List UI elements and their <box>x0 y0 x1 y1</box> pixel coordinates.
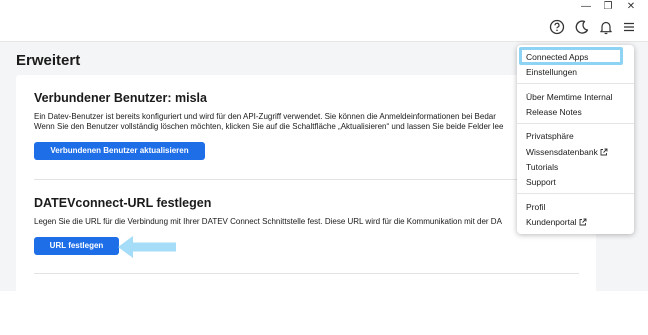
menu-item-label: Wissensdatenbank <box>526 147 598 157</box>
external-link-icon <box>579 218 587 226</box>
menu-item-privatsphaere[interactable]: Privatsphäre <box>526 131 574 141</box>
menu-separator <box>517 123 634 124</box>
annotation-arrow-icon <box>118 236 176 258</box>
settings-card: Verbundener Benutzer: misla Ein Datev-Be… <box>16 75 596 335</box>
menu-item-label: Kundenportal <box>526 217 577 227</box>
moon-icon[interactable] <box>573 18 591 36</box>
section-title-connected-user: Verbundener Benutzer: misla <box>34 91 207 105</box>
section-description-line: Wenn Sie den Benutzer vollständig lösche… <box>34 122 504 131</box>
menu-item-connected-apps[interactable]: Connected Apps <box>526 52 588 62</box>
menu-item-profil[interactable]: Profil <box>526 202 545 212</box>
menu-item-wissensdatenbank[interactable]: Wissensdatenbank <box>526 147 608 157</box>
top-toolbar <box>0 13 648 42</box>
set-url-button[interactable]: URL festlegen <box>34 237 119 255</box>
hamburger-menu-icon[interactable] <box>620 18 638 36</box>
bell-icon[interactable] <box>597 18 615 36</box>
close-button[interactable]: ✕ <box>622 0 640 13</box>
section-title-datevconnect-url: DATEVconnect-URL festlegen <box>34 196 212 210</box>
menu-item-ueber-memtime[interactable]: Über Memtime Internal <box>526 92 612 102</box>
section-description-line: Ein Datev-Benutzer ist bereits konfiguri… <box>34 112 496 121</box>
main-menu-dropdown: Connected Apps Einstellungen Über Memtim… <box>517 45 634 234</box>
page-title: Erweitert <box>16 52 81 69</box>
menu-separator <box>517 193 634 194</box>
menu-item-release-notes[interactable]: Release Notes <box>526 107 582 117</box>
help-circle-icon[interactable] <box>548 18 566 36</box>
menu-separator <box>517 83 634 84</box>
external-link-icon <box>600 148 608 156</box>
menu-item-kundenportal[interactable]: Kundenportal <box>526 217 587 227</box>
restore-button[interactable]: ❐ <box>599 0 617 13</box>
menu-item-tutorials[interactable]: Tutorials <box>526 162 558 172</box>
window-titlebar: — ❐ ✕ <box>0 0 648 13</box>
menu-item-einstellungen[interactable]: Einstellungen <box>526 67 577 77</box>
section-divider <box>34 179 579 180</box>
menu-item-support[interactable]: Support <box>526 177 556 187</box>
update-connected-user-button[interactable]: Verbundenen Benutzer aktualisieren <box>34 142 205 160</box>
section-description-line: Legen Sie die URL für die Verbindung mit… <box>34 217 502 226</box>
section-divider <box>34 273 579 274</box>
minimize-button[interactable]: — <box>577 0 595 13</box>
